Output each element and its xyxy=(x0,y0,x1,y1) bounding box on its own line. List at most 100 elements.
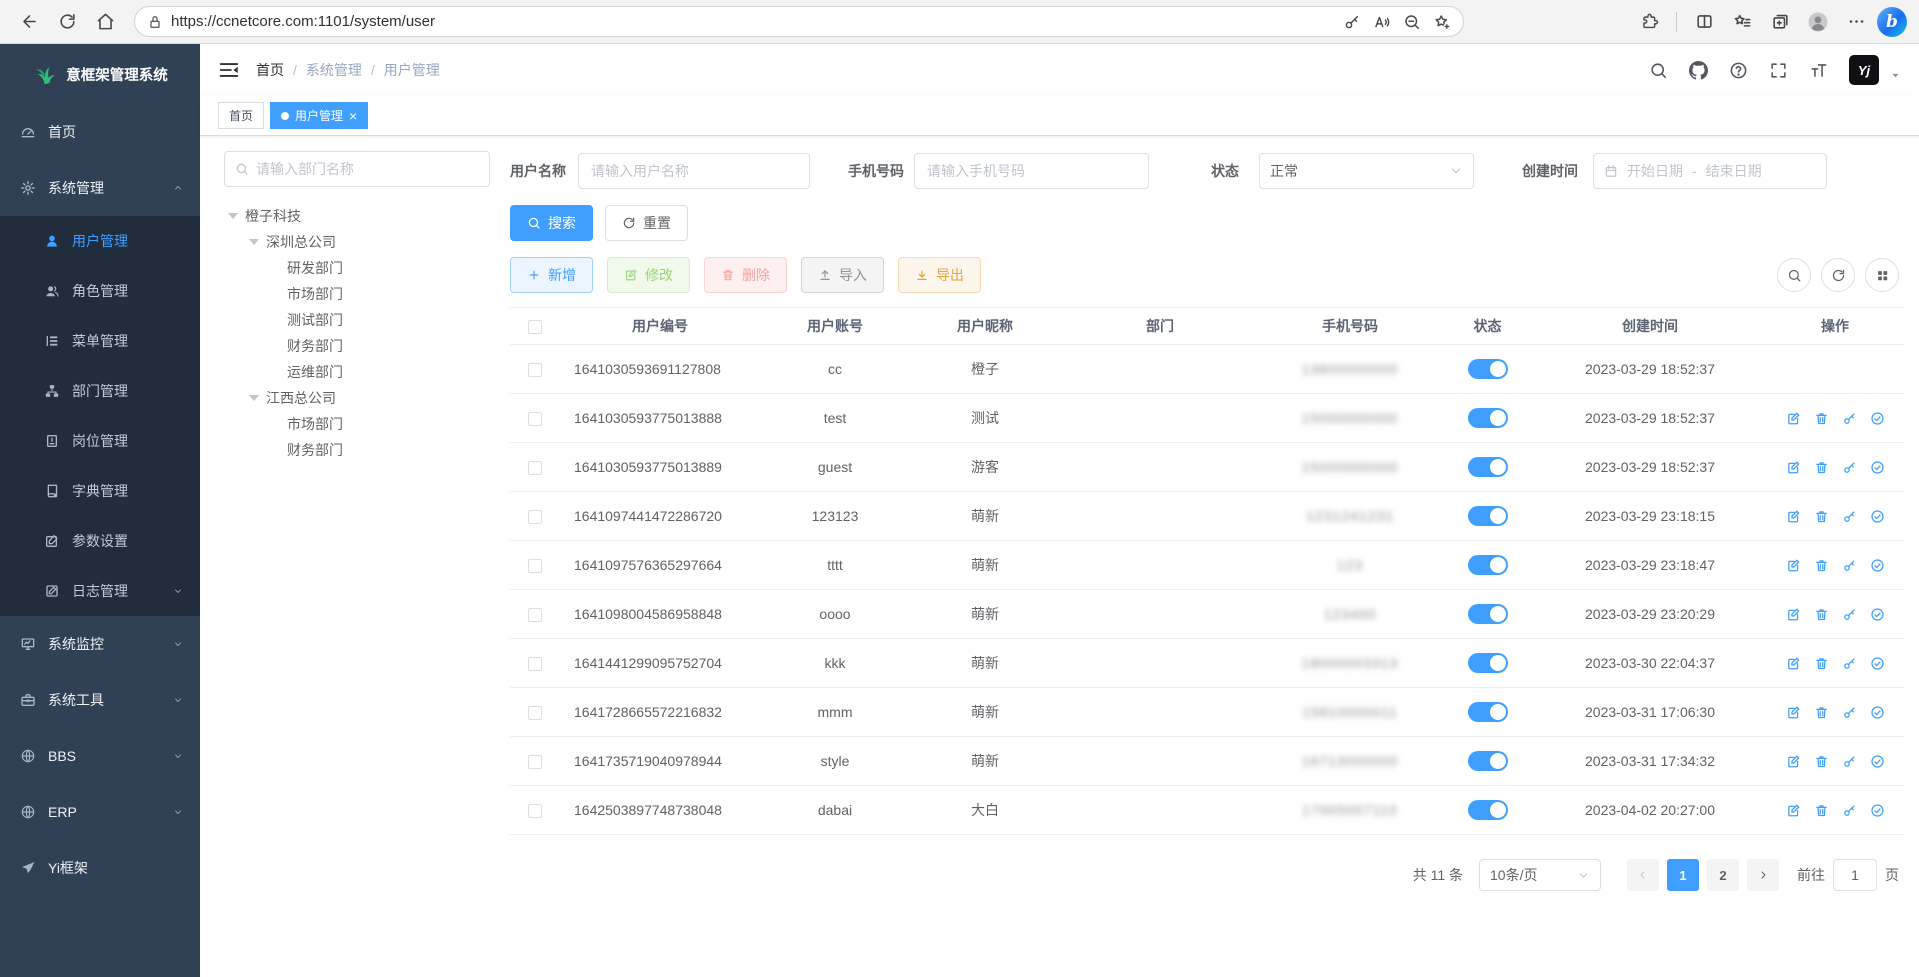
key-icon[interactable] xyxy=(1842,411,1857,426)
collections-icon[interactable] xyxy=(1763,5,1797,39)
导入-button[interactable]: 导入 xyxy=(801,257,884,293)
select-all-checkbox[interactable] xyxy=(528,320,542,334)
status-toggle[interactable] xyxy=(1468,408,1508,428)
sidebar-item-erp[interactable]: ERP xyxy=(0,784,200,840)
status-toggle[interactable] xyxy=(1468,555,1508,575)
key-icon[interactable] xyxy=(1337,8,1367,36)
status-select[interactable]: 正常 xyxy=(1259,153,1474,189)
edit-icon[interactable] xyxy=(1786,509,1801,524)
edit-icon[interactable] xyxy=(1786,558,1801,573)
extensions-icon[interactable] xyxy=(1632,5,1666,39)
fullscreen-icon[interactable] xyxy=(1769,61,1788,80)
key-icon[interactable] xyxy=(1842,803,1857,818)
status-toggle[interactable] xyxy=(1468,653,1508,673)
sidebar-item-role-management[interactable]: 角色管理 xyxy=(0,266,200,316)
check-circle-icon[interactable] xyxy=(1870,460,1885,475)
status-toggle[interactable] xyxy=(1468,359,1508,379)
status-toggle[interactable] xyxy=(1468,800,1508,820)
delete-icon[interactable] xyxy=(1814,411,1829,426)
page-size-select[interactable]: 10条/页 xyxy=(1479,859,1601,891)
tree-expand-caret-icon[interactable] xyxy=(249,395,259,401)
edit-icon[interactable] xyxy=(1786,411,1801,426)
sidebar-fold-icon[interactable] xyxy=(218,59,240,81)
url-text[interactable]: https://ccnetcore.com:1101/system/user xyxy=(171,13,1329,30)
next-page-button[interactable] xyxy=(1747,859,1779,891)
close-icon[interactable]: × xyxy=(349,109,357,123)
tree-expand-caret-icon[interactable] xyxy=(228,213,238,219)
delete-icon[interactable] xyxy=(1814,656,1829,671)
row-checkbox[interactable] xyxy=(528,559,542,573)
新增-button[interactable]: 新增 xyxy=(510,257,593,293)
sidebar-item-bbs[interactable]: BBS xyxy=(0,728,200,784)
tree-node[interactable]: 市场部门 xyxy=(224,281,490,307)
check-circle-icon[interactable] xyxy=(1870,411,1885,426)
check-circle-icon[interactable] xyxy=(1870,803,1885,818)
edit-icon[interactable] xyxy=(1786,803,1801,818)
delete-icon[interactable] xyxy=(1814,460,1829,475)
read-aloud-icon[interactable] xyxy=(1367,8,1397,36)
avatar[interactable]: Yj xyxy=(1849,55,1879,85)
row-checkbox[interactable] xyxy=(528,461,542,475)
sidebar-item-post-management[interactable]: 岗位管理 xyxy=(0,416,200,466)
key-icon[interactable] xyxy=(1842,754,1857,769)
row-checkbox[interactable] xyxy=(528,510,542,524)
sidebar-item-log-management[interactable]: 日志管理 xyxy=(0,566,200,616)
delete-icon[interactable] xyxy=(1814,558,1829,573)
edit-icon[interactable] xyxy=(1786,607,1801,622)
breadcrumb-item[interactable]: 用户管理 xyxy=(384,60,440,80)
tree-node[interactable]: 市场部门 xyxy=(224,411,490,437)
search-button[interactable]: 搜索 xyxy=(510,205,593,241)
row-checkbox[interactable] xyxy=(528,755,542,769)
back-icon[interactable] xyxy=(12,5,46,39)
search-icon-button[interactable] xyxy=(1777,258,1811,292)
check-circle-icon[interactable] xyxy=(1870,705,1885,720)
sidebar-item-menu-management[interactable]: 菜单管理 xyxy=(0,316,200,366)
dept-search-box[interactable] xyxy=(224,151,490,187)
key-icon[interactable] xyxy=(1842,460,1857,475)
date-range-picker[interactable]: 开始日期 - 结束日期 xyxy=(1593,153,1827,189)
tree-node[interactable]: 测试部门 xyxy=(224,307,490,333)
more-icon[interactable] xyxy=(1839,5,1873,39)
status-toggle[interactable] xyxy=(1468,702,1508,722)
check-circle-icon[interactable] xyxy=(1870,754,1885,769)
row-checkbox[interactable] xyxy=(528,412,542,426)
question-icon[interactable] xyxy=(1729,61,1748,80)
tree-node[interactable]: 江西总公司 xyxy=(224,385,490,411)
sidebar-item-dict-management[interactable]: 字典管理 xyxy=(0,466,200,516)
sidebar-item-dept-management[interactable]: 部门管理 xyxy=(0,366,200,416)
sidebar-item-system-management[interactable]: 系统管理 xyxy=(0,160,200,216)
username-input[interactable] xyxy=(578,153,810,189)
delete-icon[interactable] xyxy=(1814,607,1829,622)
row-checkbox[interactable] xyxy=(528,608,542,622)
app-logo[interactable]: 意框架管理系统 xyxy=(0,44,200,104)
refresh-icon[interactable] xyxy=(50,5,84,39)
font-size-icon[interactable] xyxy=(1809,61,1828,80)
key-icon[interactable] xyxy=(1842,656,1857,671)
breadcrumb-item[interactable]: 首页 xyxy=(256,60,284,80)
sidebar-item-yi-framework[interactable]: Yi框架 xyxy=(0,840,200,896)
search-icon[interactable] xyxy=(1649,61,1668,80)
github-icon[interactable] xyxy=(1689,61,1708,80)
home-icon[interactable] xyxy=(88,5,122,39)
page-button-1[interactable]: 1 xyxy=(1667,859,1699,891)
url-bar[interactable]: https://ccnetcore.com:1101/system/user xyxy=(134,6,1464,37)
sidebar-item-system-tools[interactable]: 系统工具 xyxy=(0,672,200,728)
delete-icon[interactable] xyxy=(1814,705,1829,720)
edit-icon[interactable] xyxy=(1786,705,1801,720)
check-circle-icon[interactable] xyxy=(1870,607,1885,622)
edit-icon[interactable] xyxy=(1786,460,1801,475)
copilot-icon[interactable] xyxy=(1877,7,1907,37)
sidebar-item-user-management[interactable]: 用户管理 xyxy=(0,216,200,266)
tree-node[interactable]: 运维部门 xyxy=(224,359,490,385)
tree-node[interactable]: 财务部门 xyxy=(224,333,490,359)
tree-node[interactable]: 研发部门 xyxy=(224,255,490,281)
tree-expand-caret-icon[interactable] xyxy=(249,239,259,245)
delete-icon[interactable] xyxy=(1814,803,1829,818)
sidebar-item-system-monitor[interactable]: 系统监控 xyxy=(0,616,200,672)
导出-button[interactable]: 导出 xyxy=(898,257,981,293)
check-circle-icon[interactable] xyxy=(1870,656,1885,671)
zoom-out-icon[interactable] xyxy=(1397,8,1427,36)
refresh-icon-button[interactable] xyxy=(1821,258,1855,292)
sidebar-item-param-settings[interactable]: 参数设置 xyxy=(0,516,200,566)
key-icon[interactable] xyxy=(1842,705,1857,720)
